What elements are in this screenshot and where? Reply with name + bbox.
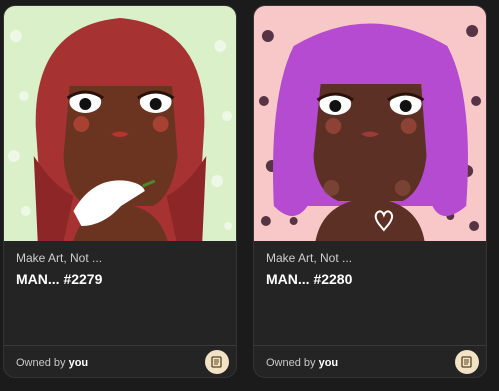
owner-name[interactable]: you bbox=[69, 357, 89, 369]
scroll-icon bbox=[211, 356, 222, 368]
owned-by-prefix: Owned by bbox=[266, 357, 316, 369]
owner-name[interactable]: you bbox=[319, 357, 339, 369]
scroll-icon-button[interactable] bbox=[455, 350, 479, 374]
nft-artwork-image[interactable] bbox=[4, 6, 236, 241]
scroll-icon-button[interactable] bbox=[205, 350, 229, 374]
card-footer: Owned by you bbox=[254, 345, 486, 377]
owned-by-prefix: Owned by bbox=[16, 357, 66, 369]
nft-name[interactable]: MAN... #2279 bbox=[16, 270, 224, 288]
nft-artwork-image[interactable] bbox=[254, 6, 486, 241]
owned-by-label: Owned by you bbox=[16, 356, 88, 370]
collection-name[interactable]: Make Art, Not ... bbox=[16, 250, 224, 266]
owned-by-label: Owned by you bbox=[266, 356, 338, 370]
card-footer: Owned by you bbox=[4, 345, 236, 377]
scroll-icon bbox=[461, 356, 472, 368]
collection-name[interactable]: Make Art, Not ... bbox=[266, 250, 474, 266]
nft-card[interactable]: Make Art, Not ... MAN... #2280 Owned by … bbox=[253, 5, 487, 378]
nft-name[interactable]: MAN... #2280 bbox=[266, 270, 474, 288]
nft-card[interactable]: Make Art, Not ... MAN... #2279 Owned by … bbox=[3, 5, 237, 378]
nft-grid: Make Art, Not ... MAN... #2279 Owned by … bbox=[0, 0, 499, 391]
